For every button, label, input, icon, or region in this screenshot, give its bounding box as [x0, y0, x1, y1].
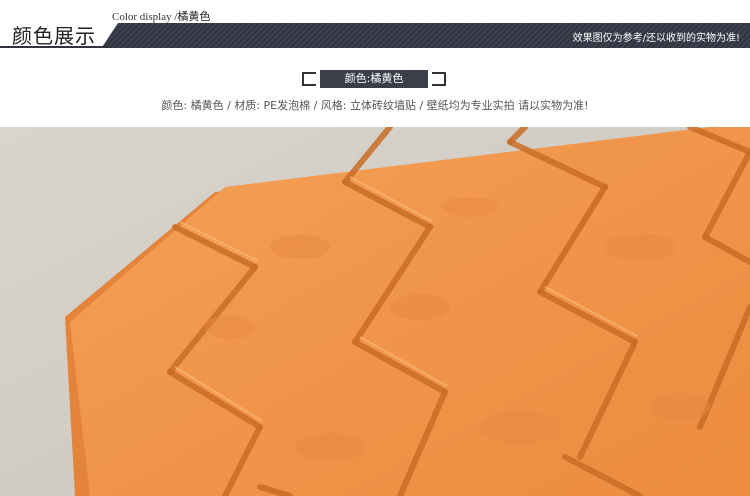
color-label: 颜色:橘黄色: [302, 70, 446, 90]
subtitle-en: Color display: [112, 11, 172, 23]
brick-wallpaper-image: [0, 127, 750, 496]
left-bracket-icon: [302, 72, 316, 86]
section-title: 颜色展示: [12, 24, 96, 48]
color-label-text: 颜色:橘黄色: [320, 70, 428, 88]
product-photo: [0, 127, 750, 496]
subtitle-color: /橘黄色: [174, 11, 211, 23]
section-header: 颜色展示 Color display /橘黄色 效果图仅为参考/还以收到的实物为…: [0, 0, 750, 48]
header-disclaimer: 效果图仅为参考/还以收到的实物为准!: [572, 33, 740, 44]
right-bracket-icon: [432, 72, 446, 86]
section-subtitle: Color display /橘黄色: [112, 8, 210, 24]
product-description: 颜色: 橘黄色 / 材质: PE发泡棉 / 风格: 立体砖纹墙贴 / 壁纸均为专…: [161, 99, 589, 112]
